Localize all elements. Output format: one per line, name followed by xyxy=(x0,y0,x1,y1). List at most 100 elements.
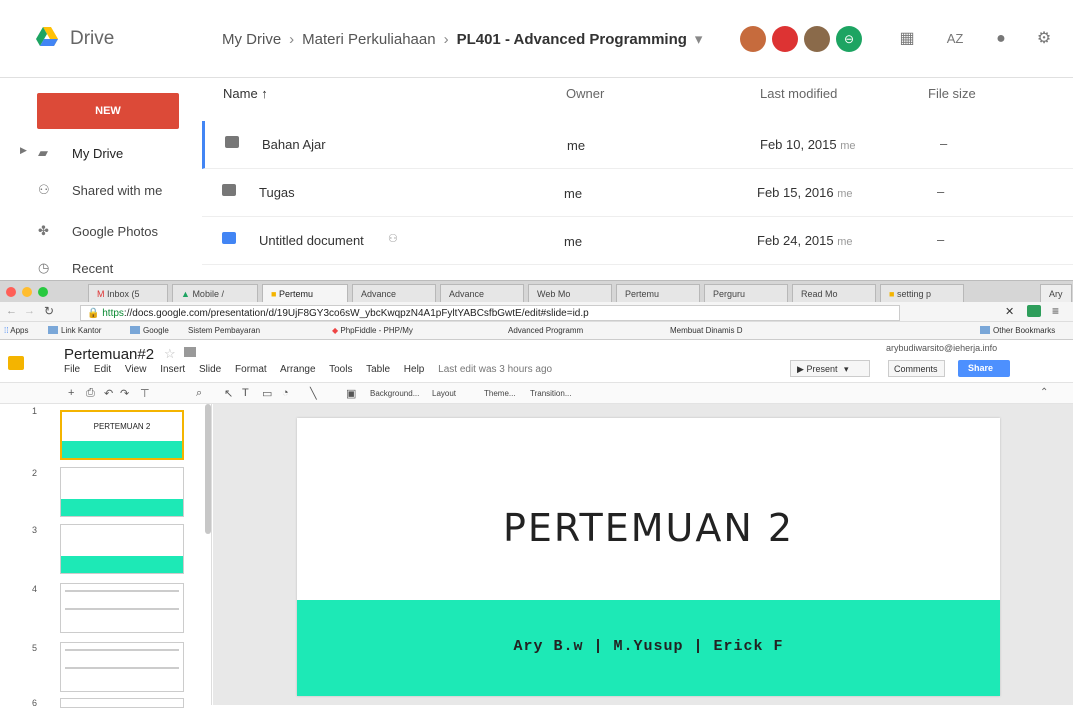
column-header-size[interactable]: File size xyxy=(928,86,976,101)
bookmark-folder[interactable]: Link Kantor xyxy=(48,326,101,335)
transition-button[interactable]: Transition... xyxy=(530,389,572,398)
browser-tab[interactable]: Advance xyxy=(352,284,436,303)
last-edit-status[interactable]: Last edit was 3 hours ago xyxy=(438,364,552,375)
new-button[interactable]: NEW xyxy=(37,93,179,129)
menu-insert[interactable]: Insert xyxy=(160,364,185,375)
slide-thumbnail[interactable] xyxy=(60,524,184,574)
url-input[interactable]: 🔒 https://docs.google.com/presentation/d… xyxy=(80,305,900,321)
browser-tab[interactable]: ■ setting p xyxy=(880,284,964,303)
new-slide-icon[interactable]: + xyxy=(68,387,74,399)
background-button[interactable]: Background... xyxy=(370,389,419,398)
browser-tab[interactable]: Pertemu xyxy=(616,284,700,303)
textbox-icon[interactable]: T xyxy=(242,387,249,399)
bookmark-link[interactable]: ◆ PhpFiddle - PHP/My xyxy=(332,326,413,335)
browser-tab[interactable]: M Inbox (5 xyxy=(88,284,168,303)
info-icon[interactable]: ● xyxy=(990,28,1012,50)
close-window-icon[interactable] xyxy=(6,287,16,297)
print-icon[interactable]: ⎙ xyxy=(86,387,95,400)
close-icon[interactable]: ✕ xyxy=(1005,305,1014,318)
breadcrumb-item-my-drive[interactable]: My Drive xyxy=(222,31,281,48)
shape-icon[interactable]: ◔ xyxy=(282,387,289,399)
column-header-owner[interactable]: Owner xyxy=(566,86,604,101)
current-slide[interactable]: Pertemuan 2 Ary B.w | M.Yusup | Erick F xyxy=(297,418,1000,696)
menu-icon[interactable]: ≡ xyxy=(1052,304,1059,318)
browser-tab[interactable]: ▲ Mobile / xyxy=(172,284,258,303)
other-bookmarks[interactable]: Other Bookmarks xyxy=(980,326,1055,335)
redo-icon[interactable]: ↷ xyxy=(120,387,129,400)
extension-icon[interactable] xyxy=(1027,305,1041,317)
slide-thumbnail[interactable] xyxy=(60,583,184,633)
expand-arrow-icon[interactable]: ▶ xyxy=(20,145,36,159)
image-icon[interactable]: ▭ xyxy=(262,387,272,400)
back-icon[interactable]: ← xyxy=(6,305,17,317)
slides-logo-icon[interactable] xyxy=(8,356,24,370)
grid-view-icon[interactable]: ▦ xyxy=(896,28,918,50)
paint-format-icon[interactable]: ⊤ xyxy=(140,387,150,400)
browser-tab[interactable]: Read Mo xyxy=(792,284,876,303)
comment-icon[interactable]: ▣ xyxy=(346,387,356,400)
breadcrumb-item-current[interactable]: PL401 - Advanced Programming xyxy=(457,31,687,48)
folder-icon[interactable] xyxy=(184,347,196,357)
table-row[interactable]: Bahan Ajar me Feb 10, 2015 me – xyxy=(202,121,1073,169)
bookmark-link[interactable]: Advanced Programm xyxy=(508,326,583,335)
browser-tab[interactable]: Perguru xyxy=(704,284,788,303)
slide-thumbnail[interactable] xyxy=(60,642,184,692)
slide-thumbnail[interactable] xyxy=(60,467,184,517)
slide-title[interactable]: Pertemuan 2 xyxy=(297,506,1000,550)
menu-view[interactable]: View xyxy=(125,364,147,375)
share-button[interactable]: Share xyxy=(958,360,1010,377)
bookmark-folder[interactable]: Google xyxy=(130,326,169,335)
browser-tab-active[interactable]: ■ Pertemu xyxy=(262,284,348,303)
dropdown-arrow-icon[interactable]: ▾ xyxy=(695,31,703,48)
comments-button[interactable]: Comments xyxy=(888,360,945,377)
filmstrip-scrollbar[interactable] xyxy=(205,404,211,534)
sidebar-item-shared[interactable]: ⚇ Shared with me xyxy=(0,174,200,208)
sort-az-icon[interactable]: AZ xyxy=(944,28,966,50)
select-icon[interactable]: ↖ xyxy=(224,387,233,400)
forward-icon[interactable]: → xyxy=(24,305,35,317)
sidebar-item-my-drive[interactable]: ▶ ▰ My Drive xyxy=(0,137,200,171)
slide-thumbnail[interactable]: PERTEMUAN 2 xyxy=(60,410,184,460)
bookmark-apps[interactable]: ⁞⁞ Apps xyxy=(4,326,28,335)
column-header-name[interactable]: Name ↑ xyxy=(223,86,268,101)
avatar[interactable] xyxy=(740,26,766,52)
table-row[interactable]: Tugas me Feb 15, 2016 me – xyxy=(202,169,1073,217)
menu-file[interactable]: File xyxy=(64,364,80,375)
gear-icon[interactable]: ⚙ xyxy=(1033,28,1055,50)
drive-logo-icon[interactable] xyxy=(36,27,58,47)
maximize-window-icon[interactable] xyxy=(38,287,48,297)
menu-format[interactable]: Format xyxy=(235,364,267,375)
theme-button[interactable]: Theme... xyxy=(484,389,516,398)
undo-icon[interactable]: ↶ xyxy=(104,387,113,400)
column-header-modified[interactable]: Last modified xyxy=(760,86,837,101)
avatar[interactable] xyxy=(804,26,830,52)
menu-table[interactable]: Table xyxy=(366,364,390,375)
zoom-icon[interactable]: ⌕ xyxy=(196,387,202,400)
reload-icon[interactable]: ↻ xyxy=(44,304,54,318)
account-email[interactable]: arybudiwarsito@ieherja.info xyxy=(886,343,997,353)
breadcrumb-item-materi[interactable]: Materi Perkuliahaan xyxy=(302,31,435,48)
minimize-window-icon[interactable] xyxy=(22,287,32,297)
document-title[interactable]: Pertemuan#2 xyxy=(64,346,154,363)
slide-thumbnail[interactable] xyxy=(60,698,184,708)
collapse-icon[interactable]: ⌃ xyxy=(1040,387,1048,398)
star-icon[interactable]: ☆ xyxy=(164,346,176,362)
menu-slide[interactable]: Slide xyxy=(199,364,221,375)
layout-button[interactable]: Layout xyxy=(432,389,456,398)
menu-edit[interactable]: Edit xyxy=(94,364,111,375)
menu-help[interactable]: Help xyxy=(404,364,425,375)
bookmark-link[interactable]: Membuat Dinamis D xyxy=(670,326,742,335)
menu-tools[interactable]: Tools xyxy=(329,364,352,375)
avatar[interactable]: ⊖ xyxy=(836,26,862,52)
bookmark-link[interactable]: Sistem Pembayaran xyxy=(188,326,260,335)
avatar[interactable] xyxy=(772,26,798,52)
table-row[interactable]: Untitled document ⚇ me Feb 24, 2015 me – xyxy=(202,217,1073,265)
browser-tab[interactable]: Web Mo xyxy=(528,284,612,303)
browser-tab[interactable]: Advance xyxy=(440,284,524,303)
sidebar-item-photos[interactable]: ✤ Google Photos xyxy=(0,215,200,249)
profile-button[interactable]: Ary xyxy=(1040,284,1072,303)
line-icon[interactable]: ╲ xyxy=(310,387,317,400)
present-button[interactable]: ▶ Present ▾ xyxy=(790,360,870,377)
menu-arrange[interactable]: Arrange xyxy=(280,364,316,375)
chevron-down-icon[interactable]: ▾ xyxy=(844,364,849,374)
